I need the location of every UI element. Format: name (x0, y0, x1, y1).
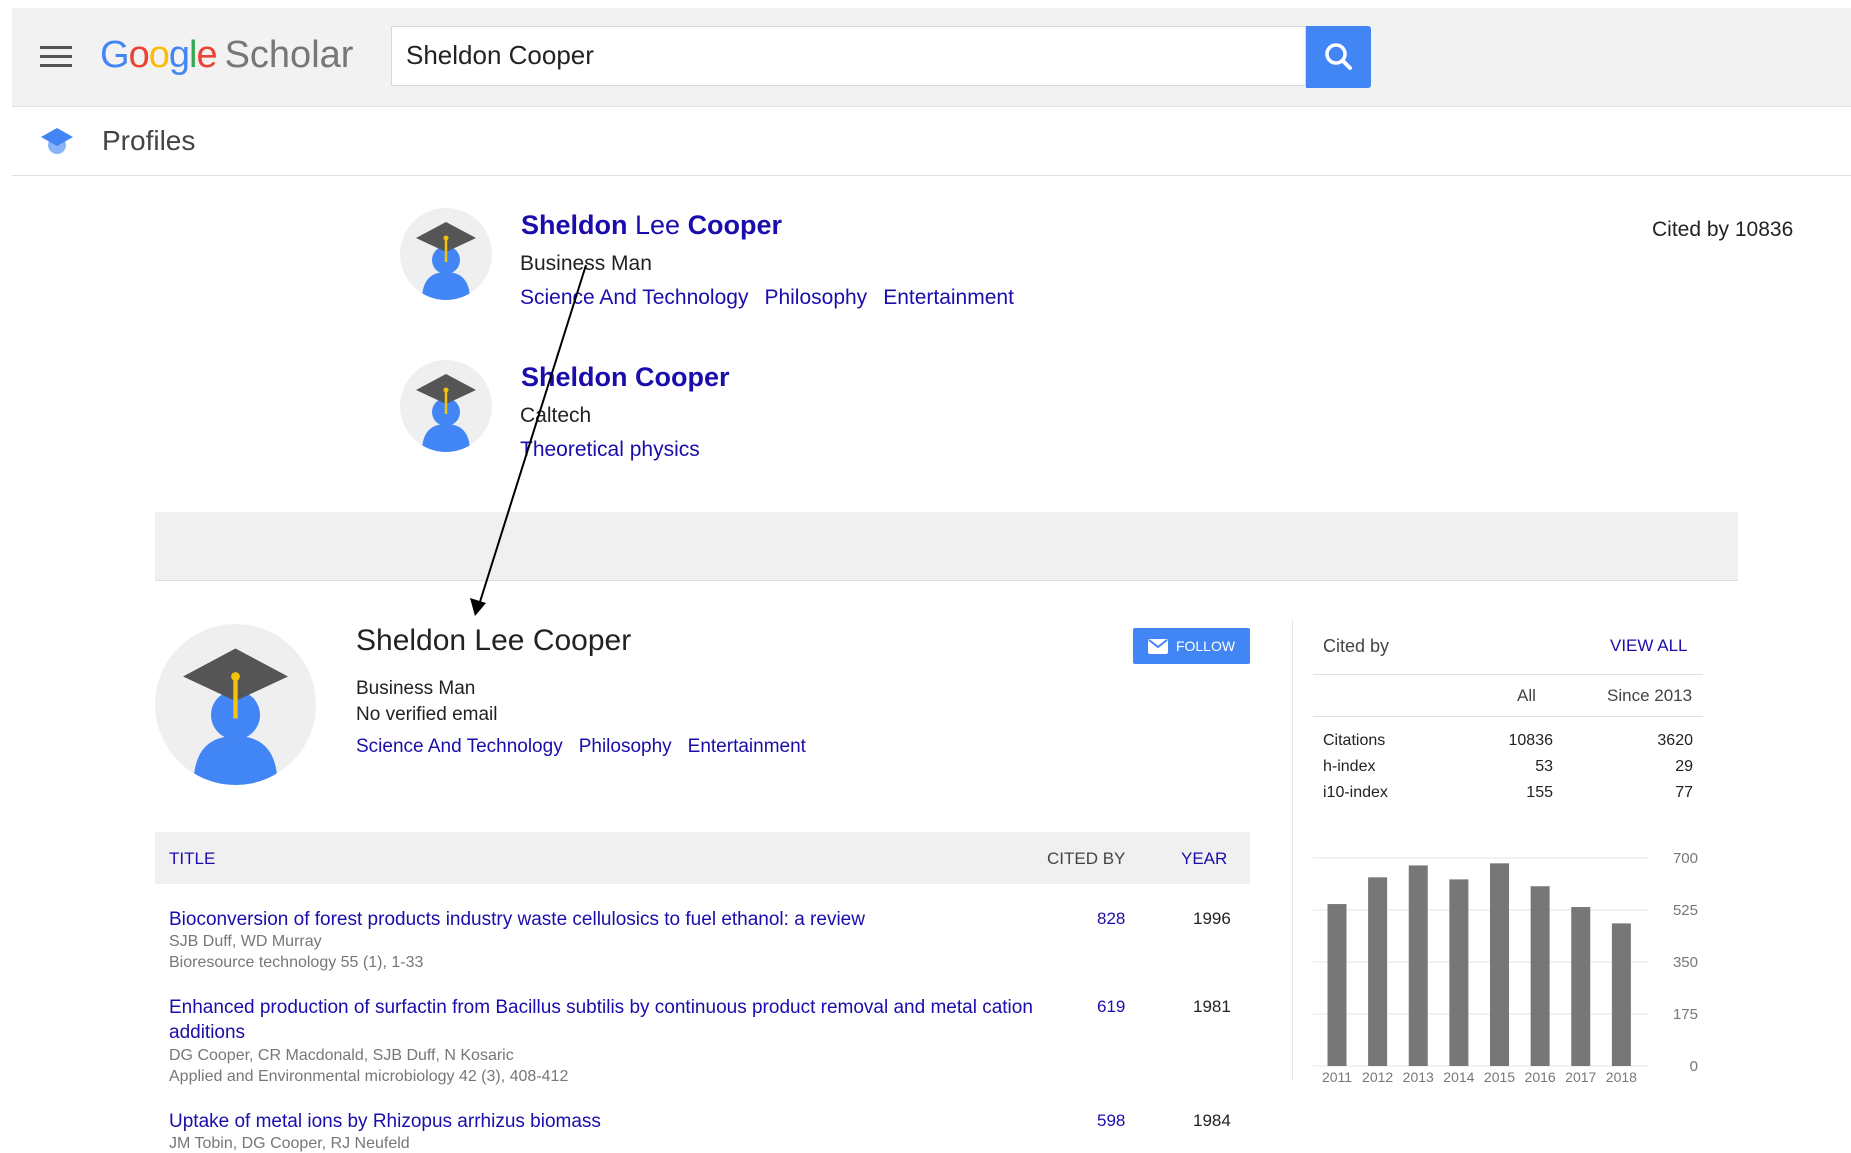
article-cited-by-link[interactable]: 619 (1097, 997, 1125, 1017)
y-tick-label: 175 (1673, 1006, 1698, 1023)
article-year: 1981 (1193, 997, 1231, 1016)
citation-bar[interactable] (1368, 877, 1388, 1066)
citation-bar[interactable] (1611, 923, 1631, 1066)
sort-by-year[interactable]: YEAR (1181, 849, 1227, 869)
profiles-bar: Profiles (12, 107, 1851, 176)
default-avatar-icon (416, 374, 476, 452)
profile-interests: Science And Technology Philosophy Entertai… (520, 286, 1030, 310)
profile-interests: Theoretical physics (520, 438, 716, 462)
divider (1313, 716, 1703, 717)
profile-affiliation: Business Man (520, 252, 652, 275)
default-avatar-icon (416, 222, 476, 300)
search-button[interactable] (1306, 26, 1371, 88)
search-box (391, 26, 1306, 86)
default-avatar-icon (183, 648, 288, 785)
article-cited-by-link[interactable]: 598 (1097, 1111, 1125, 1131)
interest-link[interactable]: Entertainment (688, 736, 806, 757)
column-divider (1292, 620, 1293, 1080)
citation-bar[interactable] (1449, 879, 1469, 1066)
sort-by-cited[interactable]: CITED BY (1047, 849, 1125, 869)
article-authors: JM Tobin, DG Cooper, RJ Neufeld (169, 1135, 410, 1152)
graduation-cap-icon (41, 128, 73, 154)
article-venue: Bioresource technology 55 (1), 1-33 (169, 954, 424, 971)
divider (1313, 674, 1703, 675)
cited-by-heading: Cited by (1323, 636, 1390, 656)
google-scholar-logo[interactable]: Google Scholar (100, 34, 353, 77)
interest-link[interactable]: Science And Technology (356, 736, 563, 757)
citation-bar[interactable] (1327, 904, 1347, 1066)
article-authors: SJB Duff, WD Murray (169, 933, 322, 950)
article-title-link[interactable]: Uptake of metal ions by Rhizopus arrhizu… (169, 1109, 1039, 1134)
section-divider-band (155, 512, 1738, 581)
profile-name-link[interactable]: Sheldon Lee Cooper (521, 210, 782, 241)
profile-email-status: No verified email (356, 704, 498, 725)
column-header-since: Since 2013 (1607, 686, 1693, 705)
interest-link[interactable]: Entertainment (883, 286, 1014, 309)
article-year: 1996 (1193, 909, 1231, 928)
article-year: 1984 (1193, 1111, 1231, 1130)
top-bar: Google Scholar (12, 8, 1851, 107)
interest-link[interactable]: Philosophy (764, 286, 867, 309)
article-venue: Applied and Environmental microbiology 4… (169, 1068, 569, 1085)
articles-table-header: TITLE CITED BY YEAR (155, 832, 1250, 884)
x-tick-label: 2017 (1565, 1069, 1596, 1085)
profile-interests: Science And Technology Philosophy Entertai… (356, 736, 822, 758)
interest-link[interactable]: Philosophy (579, 736, 672, 757)
x-tick-label: 2011 (1322, 1069, 1352, 1085)
article-cited-by-link[interactable]: 828 (1097, 909, 1125, 929)
citations-per-year-chart: 700 525 350 175 0 2011 2012 2013 2014 2015 2016 201… (1313, 850, 1698, 1085)
search-icon (1325, 43, 1352, 70)
x-tick-label: 2015 (1484, 1069, 1515, 1085)
article-authors: DG Cooper, CR Macdonald, SJB Duff, N Kos… (169, 1047, 514, 1064)
y-tick-label: 0 (1690, 1058, 1698, 1075)
profile-affiliation: Business Man (356, 678, 476, 699)
avatar[interactable] (400, 360, 492, 452)
x-tick-label: 2013 (1403, 1069, 1434, 1085)
interest-link[interactable]: Theoretical physics (520, 438, 700, 461)
view-all-link[interactable]: VIEW ALL (1610, 636, 1687, 656)
citation-bar[interactable] (1490, 863, 1509, 1066)
avatar[interactable] (400, 208, 492, 300)
x-tick-label: 2018 (1606, 1069, 1637, 1085)
profile-title: Sheldon Lee Cooper (356, 624, 632, 657)
profiles-label: Profiles (102, 125, 196, 156)
column-header-all: All (1517, 686, 1536, 705)
citation-bar[interactable] (1530, 886, 1550, 1066)
x-tick-label: 2012 (1362, 1069, 1393, 1085)
x-tick-label: 2014 (1443, 1069, 1474, 1085)
article-title-link[interactable]: Bioconversion of forest products industr… (169, 907, 1039, 932)
profile-affiliation: Caltech (520, 404, 592, 427)
menu-icon[interactable] (40, 46, 72, 68)
cited-by-count[interactable]: Cited by 10836 (1652, 218, 1793, 242)
y-tick-label: 350 (1673, 954, 1698, 971)
follow-button[interactable]: FOLLOW (1133, 628, 1250, 664)
article-title-link[interactable]: Enhanced production of surfactin from Ba… (169, 995, 1039, 1045)
interest-link[interactable]: Science And Technology (520, 286, 748, 309)
citation-bar[interactable] (1408, 865, 1428, 1066)
avatar (155, 624, 316, 785)
x-tick-label: 2016 (1525, 1069, 1556, 1085)
y-tick-label: 700 (1673, 850, 1698, 867)
sort-by-title[interactable]: TITLE (169, 849, 215, 869)
search-input[interactable] (392, 27, 1300, 83)
envelope-icon (1147, 638, 1168, 654)
y-tick-label: 525 (1673, 902, 1698, 919)
profile-name-link[interactable]: Sheldon Cooper (521, 362, 730, 393)
citation-bar[interactable] (1571, 907, 1591, 1066)
